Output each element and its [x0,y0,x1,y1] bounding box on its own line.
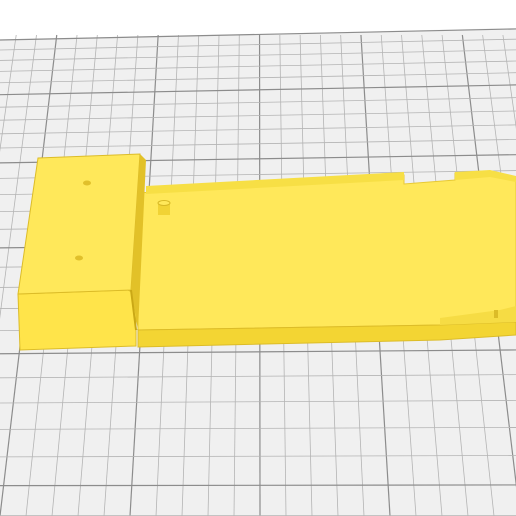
model-block-top-face [17,153,141,295]
model-block-front-face [17,289,137,351]
mounting-hole [75,255,83,261]
mounting-hole [83,180,91,186]
model-peg-top [157,200,171,206]
viewport-scene[interactable] [0,0,516,516]
3d-model[interactable] [17,153,516,351]
model-peg [157,200,171,215]
model-edge-detail [494,310,498,318]
3d-viewport[interactable] [0,0,516,516]
model-base-top-face [137,170,516,331]
grid-line [0,484,516,487]
